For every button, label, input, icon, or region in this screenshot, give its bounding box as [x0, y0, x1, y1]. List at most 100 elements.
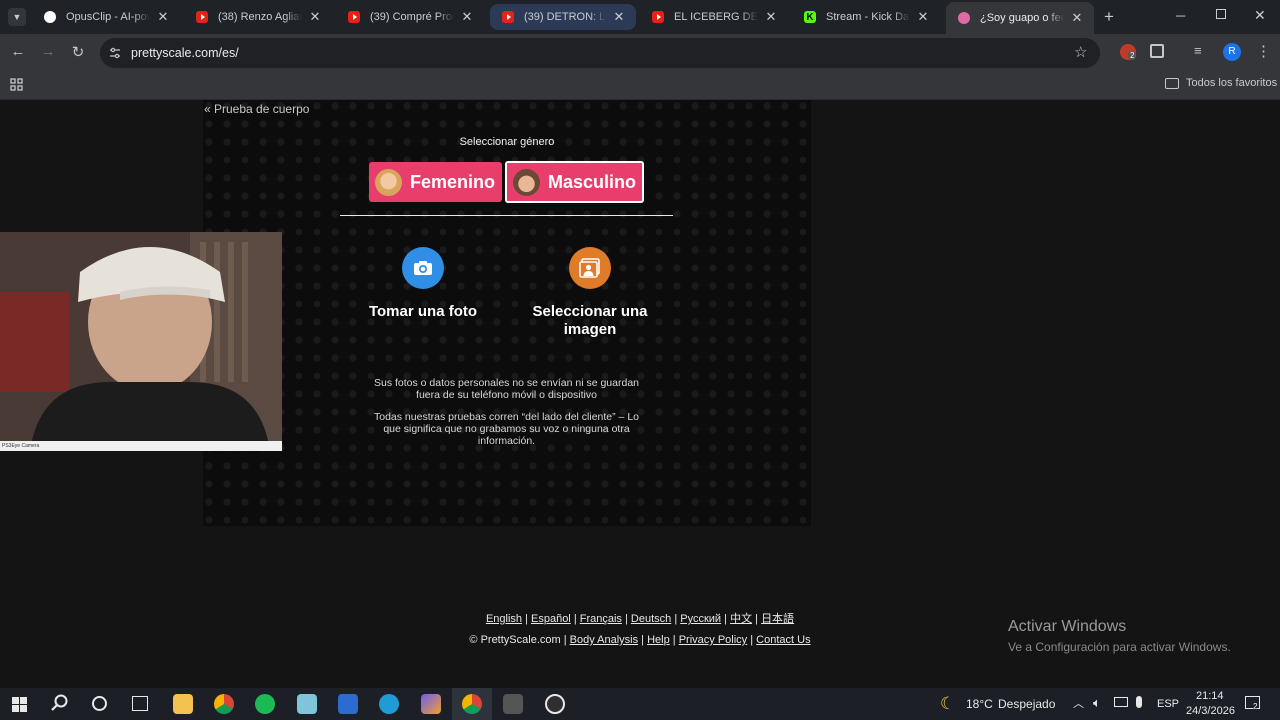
tab-title: OpusClip - AI-powered [66, 11, 150, 23]
speaker-icon[interactable]: 🔈︎ [1093, 695, 1101, 711]
youtube-icon [196, 11, 208, 23]
chrome-profile-icon[interactable] [462, 694, 482, 714]
new-tab-button[interactable]: + [1100, 7, 1118, 27]
tab-title: Stream - Kick Dashbo [826, 11, 910, 23]
obs-icon[interactable] [545, 694, 565, 714]
tab-search-button[interactable]: ▼ [8, 8, 26, 26]
lang-russian-link[interactable]: Русский [680, 613, 721, 625]
male-button[interactable]: Masculino [505, 161, 644, 203]
tab-youtube-compre[interactable]: (39) Compré Producto ✕ [336, 4, 484, 30]
camera-button[interactable] [402, 247, 444, 289]
tab-opusclip[interactable]: OpusClip - AI-powered ✕ [32, 4, 180, 30]
all-bookmarks-folder[interactable]: Todos los favoritos [1165, 77, 1277, 89]
clock-time[interactable]: 21:14 [1196, 690, 1224, 702]
webcam-overlay: PS3Eye Camera [0, 232, 282, 451]
cortana-icon[interactable] [92, 696, 107, 711]
privacy-policy-link[interactable]: Privacy Policy [679, 634, 747, 646]
notepad-icon[interactable] [297, 694, 317, 714]
activate-windows-title: Activar Windows [1008, 618, 1127, 635]
close-icon[interactable]: ✕ [764, 9, 778, 25]
media-control-icon[interactable]: ≡ [1194, 43, 1202, 58]
close-icon[interactable]: ✕ [1070, 10, 1084, 26]
select-image-label[interactable]: Seleccionar una imagen [510, 303, 670, 339]
minimize-button[interactable]: ─ [1176, 8, 1185, 23]
microphone-icon[interactable] [1136, 696, 1142, 708]
lang-french-link[interactable]: Français [580, 613, 622, 625]
task-view-icon[interactable] [132, 696, 148, 711]
client-line1: Todas nuestras pruebas corren “del lado … [374, 411, 639, 423]
tab-prettyscale[interactable]: ¿Soy guapo o feo? P ✕ [946, 2, 1094, 34]
opusclip-icon [44, 11, 56, 23]
spotify-icon[interactable] [255, 694, 275, 714]
tab-title: (38) Renzo Agliardi - [218, 11, 302, 23]
female-label: Femenino [410, 171, 496, 192]
weather-desc[interactable]: Despejado [998, 697, 1055, 711]
lang-english-link[interactable]: English [486, 613, 522, 625]
notification-count: 2 [1253, 702, 1258, 711]
bookmarks-bar: Todos los favoritos [0, 72, 1280, 100]
contact-us-link[interactable]: Contact Us [756, 634, 810, 646]
app-icon[interactable] [338, 694, 358, 714]
reload-icon[interactable]: ↻ [68, 43, 88, 61]
tab-youtube-detron[interactable]: (39) DETRON: LA CA ✕ [490, 4, 636, 30]
lang-german-link[interactable]: Deutsch [631, 613, 671, 625]
bookmark-star-icon[interactable]: ☆ [1074, 43, 1087, 61]
apps-grid-icon[interactable] [10, 78, 23, 91]
prettyscale-icon [958, 12, 970, 24]
gender-heading: Seleccionar género [459, 136, 555, 148]
network-icon[interactable] [1114, 697, 1128, 707]
close-window-button[interactable]: ✕ [1254, 7, 1266, 24]
lang-chinese-link[interactable]: 中文 [730, 613, 752, 625]
lang-japanese-link[interactable]: 日本語 [761, 613, 794, 625]
search-icon[interactable] [51, 694, 69, 712]
windows-start-icon[interactable] [12, 697, 27, 712]
forward-arrow-icon[interactable]: → [38, 43, 58, 60]
copilot-icon[interactable] [421, 694, 441, 714]
close-icon[interactable]: ✕ [156, 9, 170, 25]
lang-spanish-link[interactable]: Español [531, 613, 571, 625]
extension-badge-icon[interactable]: 2 [1120, 44, 1137, 60]
profile-initial: R [1228, 46, 1236, 57]
windows-taskbar: ☾ 18°C Despejado ︿ 🔈︎ ESP 21:14 24/3/202… [0, 688, 1280, 720]
close-icon[interactable]: ✕ [308, 9, 322, 25]
close-icon[interactable]: ✕ [460, 9, 474, 25]
clock-date[interactable]: 24/3/2026 [1186, 705, 1235, 717]
tab-title: (39) DETRON: LA CA [524, 11, 606, 23]
browser-menu-icon[interactable]: ⋮ [1256, 42, 1271, 60]
camera-icon [414, 261, 432, 275]
close-icon[interactable]: ✕ [612, 9, 626, 25]
back-arrow-icon[interactable]: ← [8, 43, 28, 60]
youtube-icon [502, 11, 514, 23]
weather-temp[interactable]: 18°C [966, 697, 993, 711]
select-image-button[interactable] [569, 247, 611, 289]
bookmarks-folder-label: Todos los favoritos [1186, 77, 1278, 89]
tab-youtube-renzo[interactable]: (38) Renzo Agliardi - ✕ [184, 4, 332, 30]
chevron-up-icon[interactable]: ︿ [1073, 695, 1084, 711]
site-info-icon[interactable] [109, 46, 121, 59]
tab-kick-dashboard[interactable]: K Stream - Kick Dashbo ✕ [792, 4, 940, 30]
divider [340, 215, 673, 216]
close-icon[interactable]: ✕ [916, 9, 930, 25]
extensions-puzzle-icon[interactable] [1150, 44, 1164, 58]
chrome-icon[interactable] [214, 694, 234, 714]
youtube-icon [348, 11, 360, 23]
file-explorer-icon[interactable] [173, 694, 193, 714]
help-link[interactable]: Help [647, 634, 670, 646]
male-face-icon [513, 168, 540, 196]
edge-icon[interactable] [379, 694, 399, 714]
tab-youtube-iceberg[interactable]: EL ICEBERG DE VIDEO ✕ [640, 4, 788, 30]
address-bar[interactable]: prettyscale.com/es/ ☆ [100, 38, 1100, 68]
restore-button[interactable] [1216, 9, 1226, 19]
back-to-body-test-link[interactable]: « Prueba de cuerpo [204, 102, 309, 116]
client-line3: información. [477, 435, 536, 447]
input-language[interactable]: ESP [1157, 698, 1179, 710]
extension-badge-count: 2 [1128, 51, 1137, 60]
body-analysis-link[interactable]: Body Analysis [570, 634, 638, 646]
privacy-note: Sus fotos o datos personales no se envía… [340, 377, 673, 401]
notification-icon[interactable]: 2 [1245, 696, 1260, 711]
female-button[interactable]: Femenino [369, 162, 502, 202]
app-window-icon[interactable] [503, 694, 523, 714]
take-photo-label[interactable]: Tomar una foto [343, 303, 503, 320]
tab-title: (39) Compré Producto [370, 11, 454, 23]
profile-avatar[interactable]: R [1223, 43, 1241, 61]
